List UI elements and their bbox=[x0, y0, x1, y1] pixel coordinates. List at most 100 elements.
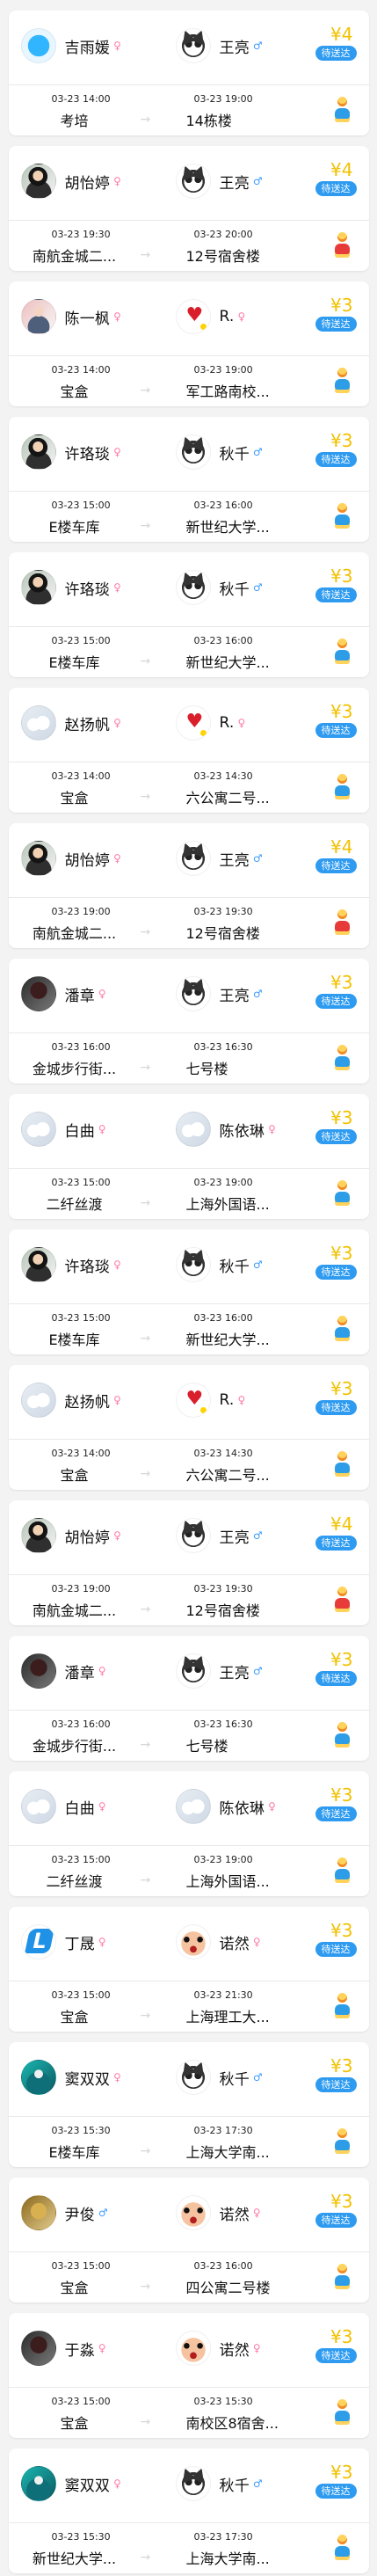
order-card[interactable]: 潘章 ♀ 王亮 ♂ ¥3 待送达 03-23 16:00 → 03-23 16:30 金城步行街.… bbox=[8, 1636, 369, 1761]
delivery-status-badge[interactable]: 待送达 bbox=[315, 2484, 357, 2499]
receiver-avatar-icon[interactable] bbox=[175, 2060, 211, 2095]
order-card[interactable]: 赵扬帆♀R.♀¥3待送达03-23 14:00→03-23 14:30宝盒六公寓… bbox=[8, 688, 369, 813]
delivery-status-badge[interactable]: 待送达 bbox=[315, 1806, 357, 1821]
sender-avatar-icon[interactable] bbox=[20, 1653, 56, 1689]
delivery-status-badge[interactable]: 待送达 bbox=[315, 2213, 357, 2228]
order-card[interactable]: 潘章 ♀ 王亮 ♂ ¥3 待送达 03-23 16:00 → 03-23 16:30 金城步行街.… bbox=[8, 959, 369, 1084]
order-card[interactable]: 胡怡婷 ♀ 王亮 ♂ ¥4 待送达 03-23 19:00 → 03-23 19:30 南航金城二… bbox=[8, 823, 369, 948]
sender-avatar-icon[interactable] bbox=[20, 1112, 56, 1147]
receiver-avatar-icon[interactable] bbox=[175, 164, 211, 199]
sender-info[interactable]: 赵扬帆 ♀ bbox=[20, 704, 122, 742]
delivery-status-badge[interactable]: 待送达 bbox=[315, 2077, 357, 2092]
sender-info[interactable]: 丁晟♀ bbox=[20, 1923, 106, 1961]
receiver-info[interactable]: 王亮 ♂ bbox=[175, 162, 263, 201]
sender-avatar-icon[interactable] bbox=[20, 2060, 56, 2095]
sender-info[interactable]: 胡怡婷 ♀ bbox=[20, 162, 122, 201]
receiver-info[interactable]: 诺然 ♀ bbox=[175, 2193, 261, 2232]
delivery-status-badge[interactable]: 待送达 bbox=[315, 858, 357, 873]
delivery-status-badge[interactable]: 待送达 bbox=[315, 46, 357, 61]
sender-info[interactable]: 陈一枫 ♀ bbox=[20, 297, 122, 336]
delivery-status-badge[interactable]: 待送达 bbox=[315, 2348, 357, 2363]
order-card[interactable]: 白曲 ♀ 陈依琳 ♀ ¥3 待送达 03-23 15:00 → 03-23 19:00 二纤丝渡上… bbox=[8, 1771, 369, 1896]
order-card[interactable]: 赵扬帆♀R.♀¥3待送达03-23 14:00→03-23 14:30宝盒六公寓… bbox=[8, 1365, 369, 1490]
receiver-avatar-icon[interactable] bbox=[175, 434, 211, 470]
receiver-avatar-icon[interactable] bbox=[175, 1112, 211, 1147]
sender-info[interactable]: 尹俊 ♂ bbox=[20, 2193, 108, 2232]
order-card[interactable]: 吉雨媛 ♀ 王亮 ♂ ¥4 待送达 03-23 14:00 → 03-23 19:00 考培 14栋… bbox=[8, 11, 369, 135]
sender-info[interactable]: 白曲 ♀ bbox=[20, 1787, 106, 1826]
delivery-status-badge[interactable]: 待送达 bbox=[315, 1265, 357, 1280]
receiver-info[interactable]: 诺然 ♀ bbox=[175, 2329, 261, 2368]
sender-info[interactable]: 许珞琰 ♀ bbox=[20, 568, 122, 607]
order-card[interactable]: 许珞琰 ♀ 秋千 ♂ ¥3 待送达 03-23 15:00 → 03-23 16:00 E楼车库 新… bbox=[8, 1230, 369, 1354]
receiver-info[interactable]: 王亮 ♂ bbox=[175, 1652, 263, 1690]
receiver-avatar-icon[interactable] bbox=[175, 1383, 211, 1418]
sender-info[interactable]: 许珞琰 ♀ bbox=[20, 433, 122, 471]
sender-avatar-icon[interactable] bbox=[20, 705, 56, 741]
receiver-info[interactable]: 秋千 ♂ bbox=[175, 2464, 263, 2503]
order-card[interactable]: 白曲 ♀ 陈依琳 ♀ ¥3 待送达 03-23 15:00 → 03-23 19:00 二纤丝渡上… bbox=[8, 1094, 369, 1219]
receiver-info[interactable]: 王亮 ♂ bbox=[175, 974, 263, 1013]
order-card[interactable]: 许珞琰 ♀ 秋千 ♂ ¥3 待送达 03-23 15:00 → 03-23 16:00 E楼车库 新… bbox=[8, 417, 369, 542]
sender-avatar-icon[interactable] bbox=[20, 841, 56, 876]
order-card[interactable]: 胡怡婷 ♀ 王亮 ♂ ¥4 待送达 03-23 19:00 → 03-23 19:30 南航金城二… bbox=[8, 1500, 369, 1625]
delivery-status-badge[interactable]: 待送达 bbox=[315, 181, 357, 196]
sender-avatar-icon[interactable] bbox=[20, 1518, 56, 1553]
sender-info[interactable]: 潘章 ♀ bbox=[20, 974, 106, 1013]
sender-avatar-icon[interactable] bbox=[20, 2331, 56, 2366]
receiver-info[interactable]: 秋千 ♂ bbox=[175, 433, 263, 471]
receiver-info[interactable]: 王亮 ♂ bbox=[175, 839, 263, 878]
receiver-avatar-icon[interactable] bbox=[175, 2466, 211, 2501]
sender-info[interactable]: 窦双双 ♀ bbox=[20, 2464, 122, 2503]
receiver-info[interactable]: 陈依琳 ♀ bbox=[175, 1110, 277, 1149]
sender-avatar-icon[interactable] bbox=[20, 2466, 56, 2501]
receiver-avatar-icon[interactable] bbox=[175, 705, 211, 741]
receiver-info[interactable]: R.♀ bbox=[175, 297, 246, 336]
delivery-status-badge[interactable]: 待送达 bbox=[315, 1129, 357, 1144]
receiver-avatar-icon[interactable] bbox=[175, 2331, 211, 2366]
receiver-info[interactable]: 秋千 ♂ bbox=[175, 2058, 263, 2097]
receiver-avatar-icon[interactable] bbox=[175, 570, 211, 605]
sender-info[interactable]: 赵扬帆 ♀ bbox=[20, 1381, 122, 1419]
delivery-status-badge[interactable]: 待送达 bbox=[315, 994, 357, 1009]
sender-avatar-icon[interactable] bbox=[20, 570, 56, 605]
receiver-avatar-icon[interactable] bbox=[175, 299, 211, 334]
receiver-info[interactable]: R.♀ bbox=[175, 1381, 246, 1419]
order-card[interactable]: 丁晟♀诺然♀¥3待送达03-23 15:00→03-23 21:30宝盒上海理工… bbox=[8, 1907, 369, 2032]
sender-info[interactable]: 许珞琰 ♀ bbox=[20, 1245, 122, 1284]
delivery-status-badge[interactable]: 待送达 bbox=[315, 452, 357, 467]
order-card[interactable]: 陈一枫♀R.♀¥3待送达03-23 14:00→03-23 19:00宝盒军工路… bbox=[8, 281, 369, 406]
sender-avatar-icon[interactable] bbox=[20, 1924, 56, 1959]
receiver-avatar-icon[interactable] bbox=[175, 2195, 211, 2230]
sender-avatar-icon[interactable] bbox=[20, 1789, 56, 1824]
receiver-info[interactable]: 王亮 ♂ bbox=[175, 1516, 263, 1555]
sender-avatar-icon[interactable] bbox=[20, 164, 56, 199]
delivery-status-badge[interactable]: 待送达 bbox=[315, 1942, 357, 1957]
receiver-info[interactable]: 王亮 ♂ bbox=[175, 26, 263, 65]
receiver-info[interactable]: 秋千 ♂ bbox=[175, 568, 263, 607]
order-card[interactable]: 窦双双 ♀ 秋千 ♂ ¥3 待送达 03-23 15:30 → 03-23 17:30 E楼车库 上… bbox=[8, 2042, 369, 2167]
receiver-avatar-icon[interactable] bbox=[175, 1789, 211, 1824]
sender-avatar-icon[interactable] bbox=[20, 2195, 56, 2230]
sender-avatar-icon[interactable] bbox=[20, 1383, 56, 1418]
receiver-avatar-icon[interactable] bbox=[175, 1924, 211, 1959]
sender-info[interactable]: 胡怡婷 ♀ bbox=[20, 839, 122, 878]
receiver-avatar-icon[interactable] bbox=[175, 1518, 211, 1553]
order-card[interactable]: 许珞琰 ♀ 秋千 ♂ ¥3 待送达 03-23 15:00 → 03-23 16:00 E楼车库 新… bbox=[8, 552, 369, 677]
receiver-avatar-icon[interactable] bbox=[175, 28, 211, 63]
sender-info[interactable]: 窦双双 ♀ bbox=[20, 2058, 122, 2097]
sender-info[interactable]: 潘章 ♀ bbox=[20, 1652, 106, 1690]
sender-info[interactable]: 胡怡婷 ♀ bbox=[20, 1516, 122, 1555]
sender-info[interactable]: 吉雨媛 ♀ bbox=[20, 26, 122, 65]
sender-info[interactable]: 于淼 ♀ bbox=[20, 2329, 106, 2368]
receiver-info[interactable]: 陈依琳 ♀ bbox=[175, 1787, 277, 1826]
delivery-status-badge[interactable]: 待送达 bbox=[315, 723, 357, 738]
order-card[interactable]: 尹俊 ♂ 诺然 ♀ ¥3 待送达 03-23 15:00 → 03-23 16:00 宝盒 四公寓二… bbox=[8, 2178, 369, 2302]
receiver-avatar-icon[interactable] bbox=[175, 841, 211, 876]
sender-info[interactable]: 白曲 ♀ bbox=[20, 1110, 106, 1149]
sender-avatar-icon[interactable] bbox=[20, 434, 56, 470]
receiver-avatar-icon[interactable] bbox=[175, 1247, 211, 1282]
receiver-info[interactable]: 秋千 ♂ bbox=[175, 1245, 263, 1284]
order-card[interactable]: 于淼 ♀ 诺然 ♀ ¥3 待送达 03-23 15:00 → 03-23 15:30 宝盒 南校区8… bbox=[8, 2313, 369, 2438]
sender-avatar-icon[interactable] bbox=[20, 28, 56, 63]
